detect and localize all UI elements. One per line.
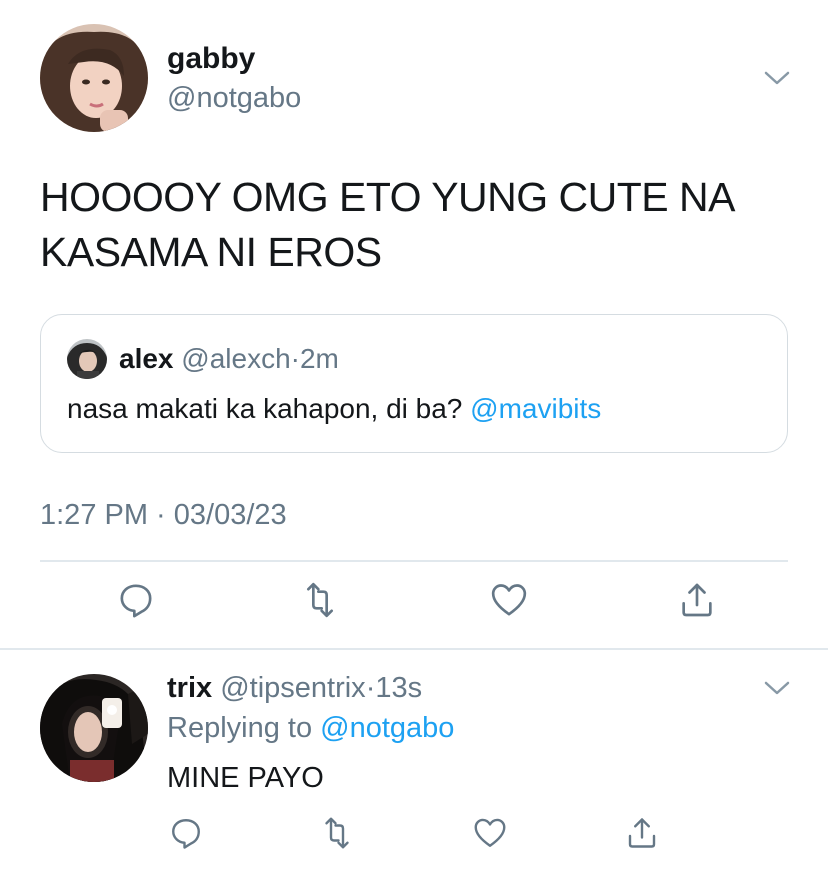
like-icon[interactable] [472, 815, 508, 851]
replying-to: Replying to @notgabo [167, 712, 454, 745]
handle[interactable]: @notgabo [167, 82, 301, 115]
divider [40, 560, 788, 562]
quoted-tweet[interactable]: alex @alexch·2m nasa makati ka kahapon, … [40, 314, 788, 453]
chevron-down-icon[interactable] [762, 68, 792, 88]
quoted-text-body: nasa makati ka kahapon, di ba? [67, 393, 463, 424]
tweet-text: HOOOOY OMG ETO YUNG CUTE NA KASAMA NI ER… [40, 174, 733, 275]
share-icon[interactable] [677, 580, 717, 620]
avatar[interactable] [40, 24, 148, 132]
share-icon[interactable] [624, 815, 660, 851]
display-name: alex [119, 343, 174, 374]
reply-header: trix @tipsentrix·13s [167, 672, 422, 705]
quoted-tweet-text: nasa makati ka kahapon, di ba? @mavibits [67, 393, 601, 425]
reply-icon[interactable] [116, 580, 156, 620]
chevron-down-icon[interactable] [762, 678, 792, 698]
separator: · [290, 343, 300, 374]
handle[interactable]: @tipsentrix [220, 672, 365, 704]
tweet-text: MINE PAYO [167, 762, 324, 794]
action-bar [0, 580, 828, 630]
avatar[interactable] [40, 674, 148, 782]
quoted-tweet-header: alex @alexch·2m [119, 343, 339, 375]
retweet-icon[interactable] [319, 815, 355, 851]
reply-tweet[interactable]: trix @tipsentrix·13s Replying to @notgab… [0, 650, 828, 871]
tweet-timestamp[interactable]: 1:27 PM · 03/03/23 [40, 499, 287, 532]
action-bar [0, 815, 828, 855]
retweet-icon[interactable] [300, 580, 340, 620]
relative-time: 13s [375, 672, 423, 704]
display-name[interactable]: gabby [167, 42, 255, 76]
mention-link[interactable]: @notgabo [320, 712, 454, 744]
replying-to-label: Replying to [167, 712, 313, 744]
separator: · [365, 672, 376, 704]
display-name[interactable]: trix [167, 672, 212, 704]
mention-link[interactable]: @mavibits [470, 393, 601, 424]
handle: @alexch [181, 343, 291, 374]
like-icon[interactable] [489, 580, 529, 620]
avatar [67, 339, 107, 379]
reply-icon[interactable] [168, 815, 204, 851]
relative-time: 2m [299, 343, 339, 374]
main-tweet: gabby @notgabo HOOOOY OMG ETO YUNG CUTE … [0, 0, 828, 648]
